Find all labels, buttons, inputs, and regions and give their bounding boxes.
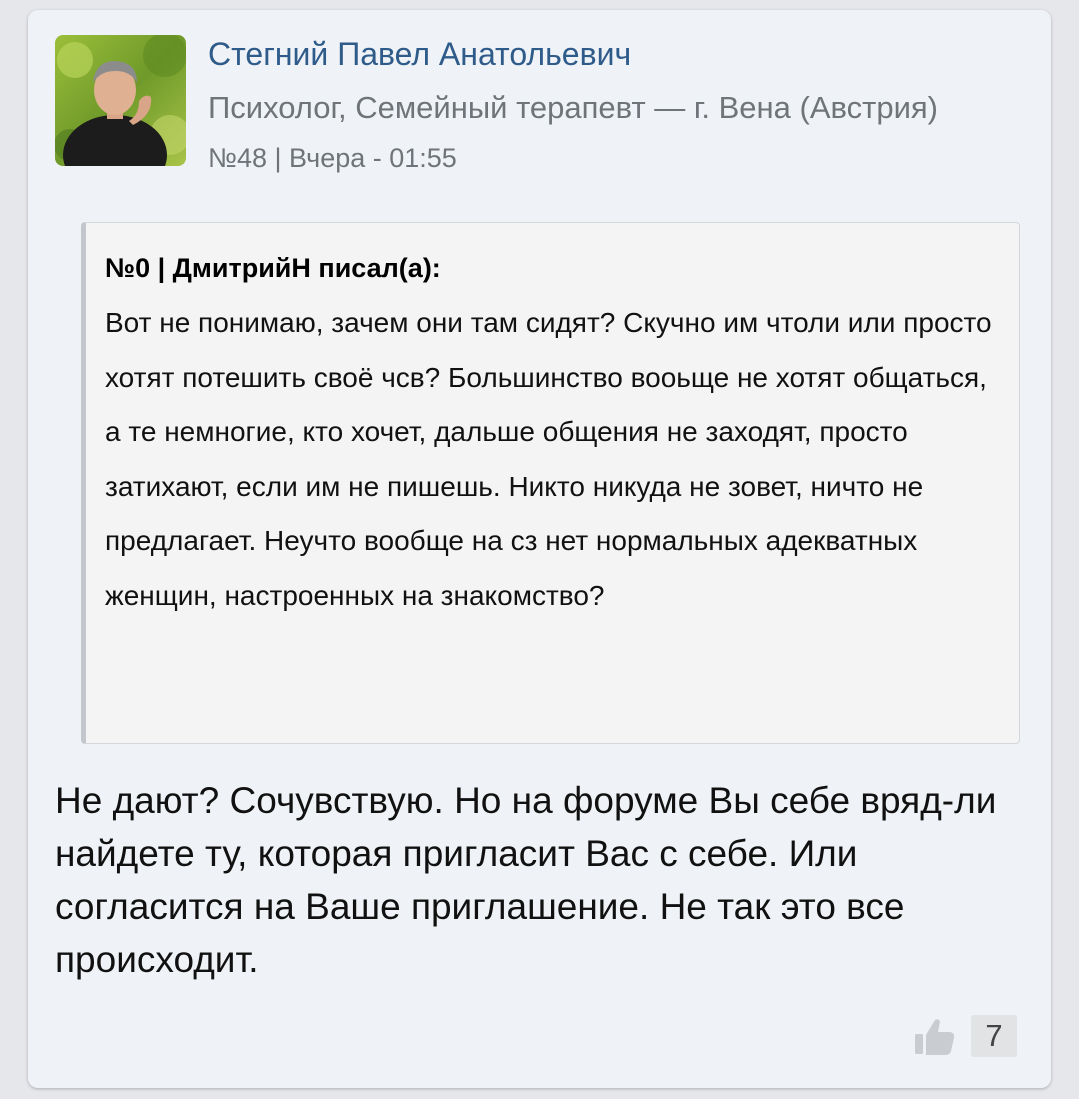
quote-block: №0 | ДмитрийН писал(а): Вот не понимаю, … <box>81 222 1020 744</box>
avatar-photo <box>55 35 186 166</box>
thumbs-up-icon[interactable] <box>913 1014 957 1058</box>
like-area: 7 <box>913 1014 1017 1058</box>
author-avatar[interactable] <box>55 35 186 166</box>
forum-post-card: Стегний Павел Анатольевич Психолог, Семе… <box>28 10 1051 1088</box>
quote-text: Вот не понимаю, зачем они там сидят? Ску… <box>105 307 992 611</box>
like-count: 7 <box>971 1015 1017 1057</box>
author-role: Психолог, Семейный терапевт — г. Вена (А… <box>208 90 938 125</box>
post-body: Не дают? Сочувствую. Но на форуме Вы себ… <box>55 780 997 980</box>
quote-header: №0 | ДмитрийН писал(а): <box>105 253 441 283</box>
post-meta: №48 | Вчера - 01:55 <box>208 143 457 173</box>
author-name[interactable]: Стегний Павел Анатольевич <box>208 36 631 73</box>
